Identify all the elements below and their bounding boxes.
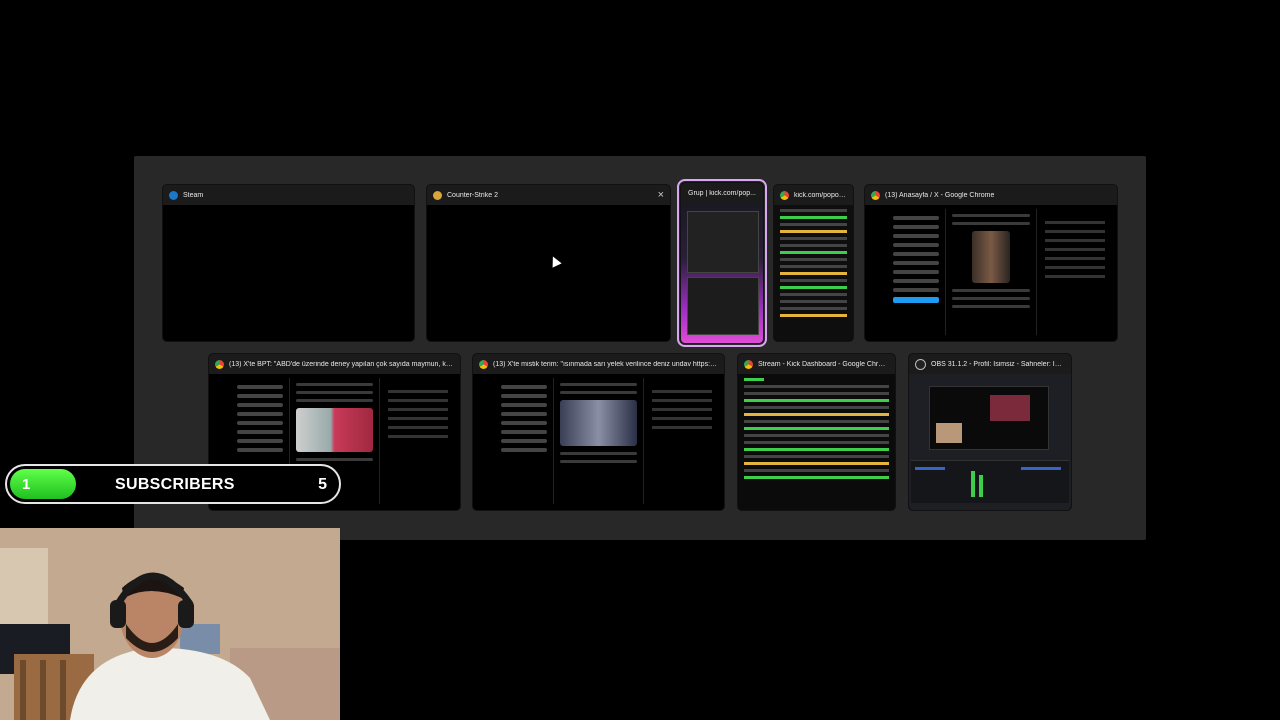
window-thumbnail-kick-group[interactable]: Grup | kick.com/pop...: [677, 179, 767, 347]
subscriber-progress-fill: 1: [10, 469, 76, 499]
window-title: Steam: [183, 191, 204, 199]
window-titlebar: OBS 31.1.2 - Profil: İsimsiz - Sahneler:…: [909, 354, 1071, 374]
window-thumbnail-obs[interactable]: OBS 31.1.2 - Profil: İsimsiz - Sahneler:…: [909, 354, 1071, 510]
window-title: OBS 31.1.2 - Profil: İsimsiz - Sahneler:…: [931, 360, 1065, 368]
window-title: (13) Anasayfa / X - Google Chrome: [885, 191, 995, 199]
steam-icon: [169, 190, 178, 200]
chrome-icon: [744, 359, 753, 369]
obs-icon: [915, 358, 926, 370]
window-preview: [163, 205, 414, 341]
window-title: kick.com/popout/k...: [794, 191, 847, 199]
window-preview: [473, 374, 724, 510]
window-titlebar: Steam: [163, 185, 414, 205]
window-titlebar: (13) Anasayfa / X - Google Chrome: [865, 185, 1117, 205]
webcam-person-image: [0, 528, 340, 720]
window-title: (13) X'te BPT: "ABD'de üzerinde deney ya…: [229, 360, 454, 368]
close-icon[interactable]: ×: [658, 189, 664, 201]
window-title: Counter-Strike 2: [447, 191, 498, 199]
window-titlebar: Stream - Kick Dashboard - Google Chrome: [738, 354, 895, 374]
window-thumbnail-x-post-mistik[interactable]: (13) X'te mistik terim: "ısınmada sarı y…: [473, 354, 724, 510]
window-title: (13) X'te mistik terim: "ısınmada sarı y…: [493, 360, 718, 368]
window-preview: [427, 205, 670, 341]
window-title: Stream - Kick Dashboard - Google Chrome: [758, 360, 889, 368]
window-thumbnail-steam[interactable]: Steam: [163, 185, 414, 341]
window-thumbnail-counter-strike[interactable]: Counter-Strike 2 ×: [427, 185, 670, 341]
window-preview: [681, 203, 763, 343]
window-titlebar: (13) X'te BPT: "ABD'de üzerinde deney ya…: [209, 354, 460, 374]
window-thumbnail-kick-popout[interactable]: kick.com/popout/k...: [774, 185, 853, 341]
chrome-icon: [780, 190, 789, 200]
chrome-icon: [215, 359, 224, 369]
window-preview: [865, 205, 1117, 341]
subscriber-goal-widget: 1 SUBSCRIBERS 5: [5, 464, 341, 504]
window-thumbnail-kick-dashboard[interactable]: Stream - Kick Dashboard - Google Chrome: [738, 354, 895, 510]
window-titlebar: Grup | kick.com/pop...: [681, 183, 763, 203]
chrome-icon: [871, 190, 880, 200]
window-preview: [774, 205, 853, 341]
window-preview: [909, 374, 1071, 510]
window-titlebar: (13) X'te mistik terim: "ısınmada sarı y…: [473, 354, 724, 374]
subscriber-label: SUBSCRIBERS: [115, 476, 235, 493]
subscriber-count: 1: [22, 475, 31, 493]
window-thumbnail-x-home[interactable]: (13) Anasayfa / X - Google Chrome: [865, 185, 1117, 341]
chrome-icon: [479, 359, 488, 369]
window-titlebar: kick.com/popout/k...: [774, 185, 853, 205]
window-preview: [738, 374, 895, 510]
window-title: Grup | kick.com/pop...: [688, 189, 756, 197]
window-titlebar: Counter-Strike 2 ×: [427, 185, 670, 205]
subscriber-goal: 5: [318, 476, 327, 493]
counter-strike-icon: [433, 190, 442, 200]
webcam-overlay: [0, 528, 340, 720]
